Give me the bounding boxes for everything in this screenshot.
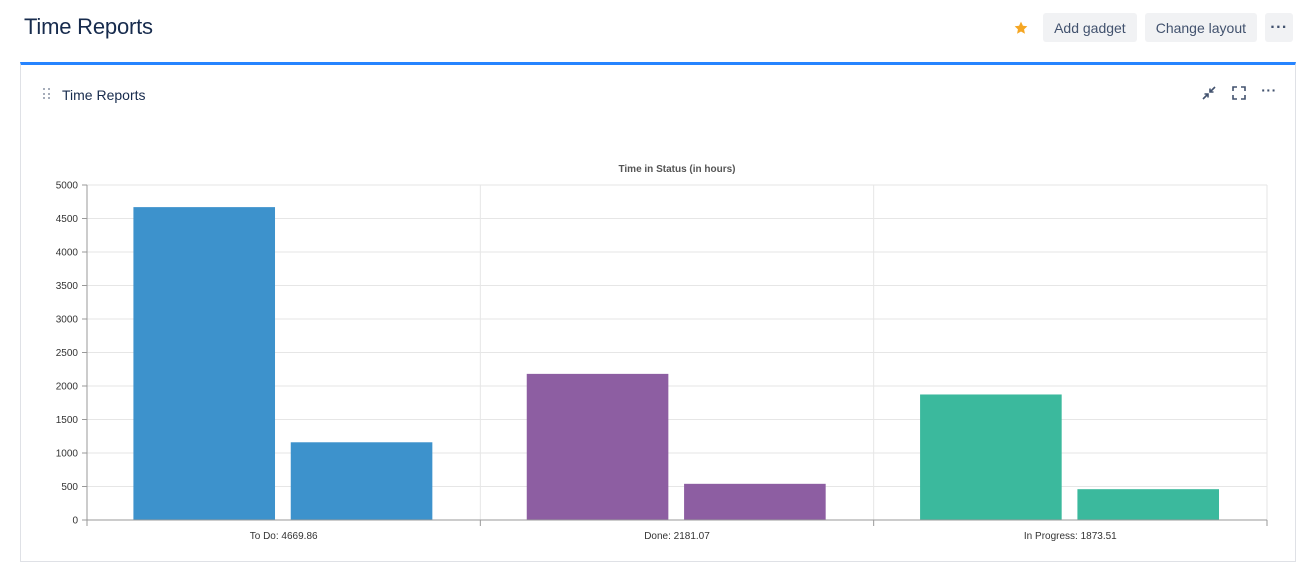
star-icon[interactable] (1007, 14, 1035, 42)
gadget-actions: ··· (1201, 82, 1277, 101)
gadget-more-button[interactable]: ··· (1261, 82, 1277, 101)
page-title: Time Reports (24, 14, 153, 39)
gadget-panel: Time Reports ··· (20, 62, 1296, 562)
gadget-title: Time Reports (62, 87, 146, 103)
add-gadget-button[interactable]: Add gadget (1043, 13, 1137, 42)
fullscreen-icon[interactable] (1231, 85, 1247, 101)
change-layout-button[interactable]: Change layout (1144, 13, 1257, 42)
more-icon: ··· (1261, 82, 1277, 98)
more-options-button[interactable]: ··· (1265, 13, 1293, 42)
dashboard-toolbar: Add gadget Change layout ··· (1007, 13, 1293, 42)
minimize-icon[interactable] (1201, 85, 1217, 101)
drag-handle-icon[interactable] (43, 88, 51, 100)
more-icon: ··· (1270, 18, 1288, 36)
